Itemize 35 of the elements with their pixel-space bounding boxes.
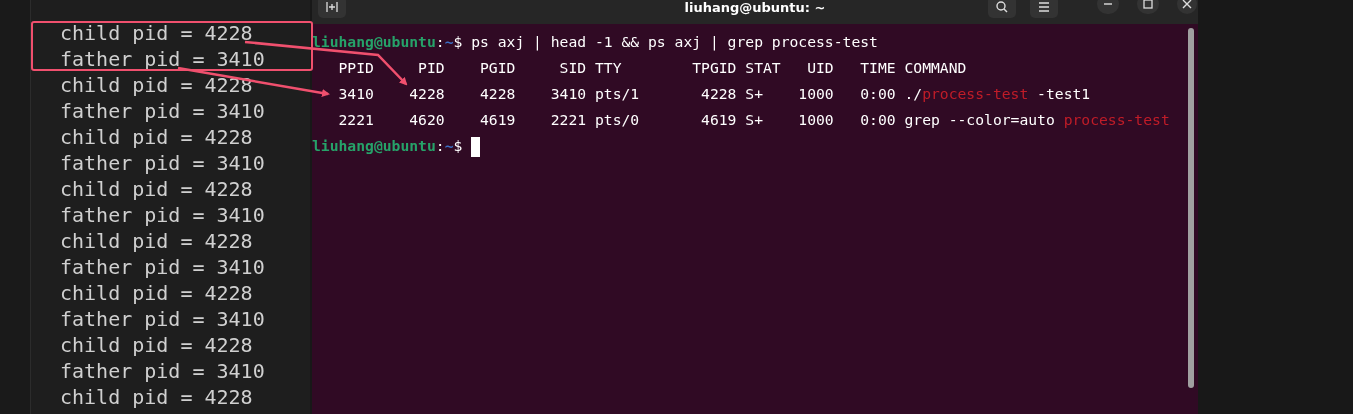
output-line: child pid = 4228 [60,332,254,358]
output-line: father pid = 3410 [60,46,265,72]
output-line: child pid = 4228 [60,72,254,98]
maximize-icon [1143,0,1153,9]
menu-button[interactable] [1030,0,1058,18]
new-tab-icon [326,2,338,12]
close-icon [1182,0,1192,9]
new-tab-button[interactable] [318,0,346,18]
window-title: liuhang@ubuntu: ~ [683,0,827,15]
scrollbar[interactable] [1188,28,1194,388]
output-line: father pid = 3410 [60,98,265,124]
minimize-icon [1103,2,1113,6]
maximize-button[interactable] [1137,0,1159,14]
terminal-line: 3410 4228 4228 3410 pts/1 4228 S+ 1000 0:00 ./process-test -test1 [337,84,1091,104]
output-line: father pid = 3410 [60,202,265,228]
output-line: child pid = 4228 [60,384,254,410]
text-cursor [471,137,481,157]
search-icon [996,1,1008,13]
search-button[interactable] [988,0,1016,18]
terminal-line: liuhang@ubuntu:~$ [312,133,481,159]
output-line: father pid = 3410 [60,150,265,176]
menu-icon [1038,2,1050,12]
terminal-line: 2221 4620 4619 2221 pts/0 4619 S+ 1000 0:00 grep --color=auto process-test [337,110,1170,130]
terminal-line: liuhang@ubuntu:~$ ps axj | head -1 && ps axj | grep process-test [312,32,878,53]
close-button[interactable] [1177,0,1197,14]
output-line: child pid = 4228 [60,124,254,150]
output-line: child pid = 4228 [60,176,254,202]
output-line: child pid = 4228 [60,228,254,254]
terminal-line: PPID PID PGID SID TTY TPGID STAT UID TIME COMMAND [337,58,967,78]
output-line: child pid = 4228 [60,280,254,306]
output-line: father pid = 3410 [60,254,265,280]
output-line: child pid = 4228 [60,20,254,46]
minimize-button[interactable] [1097,0,1119,14]
output-line: father pid = 3410 [60,306,265,332]
output-line: father pid = 3410 [60,358,265,384]
